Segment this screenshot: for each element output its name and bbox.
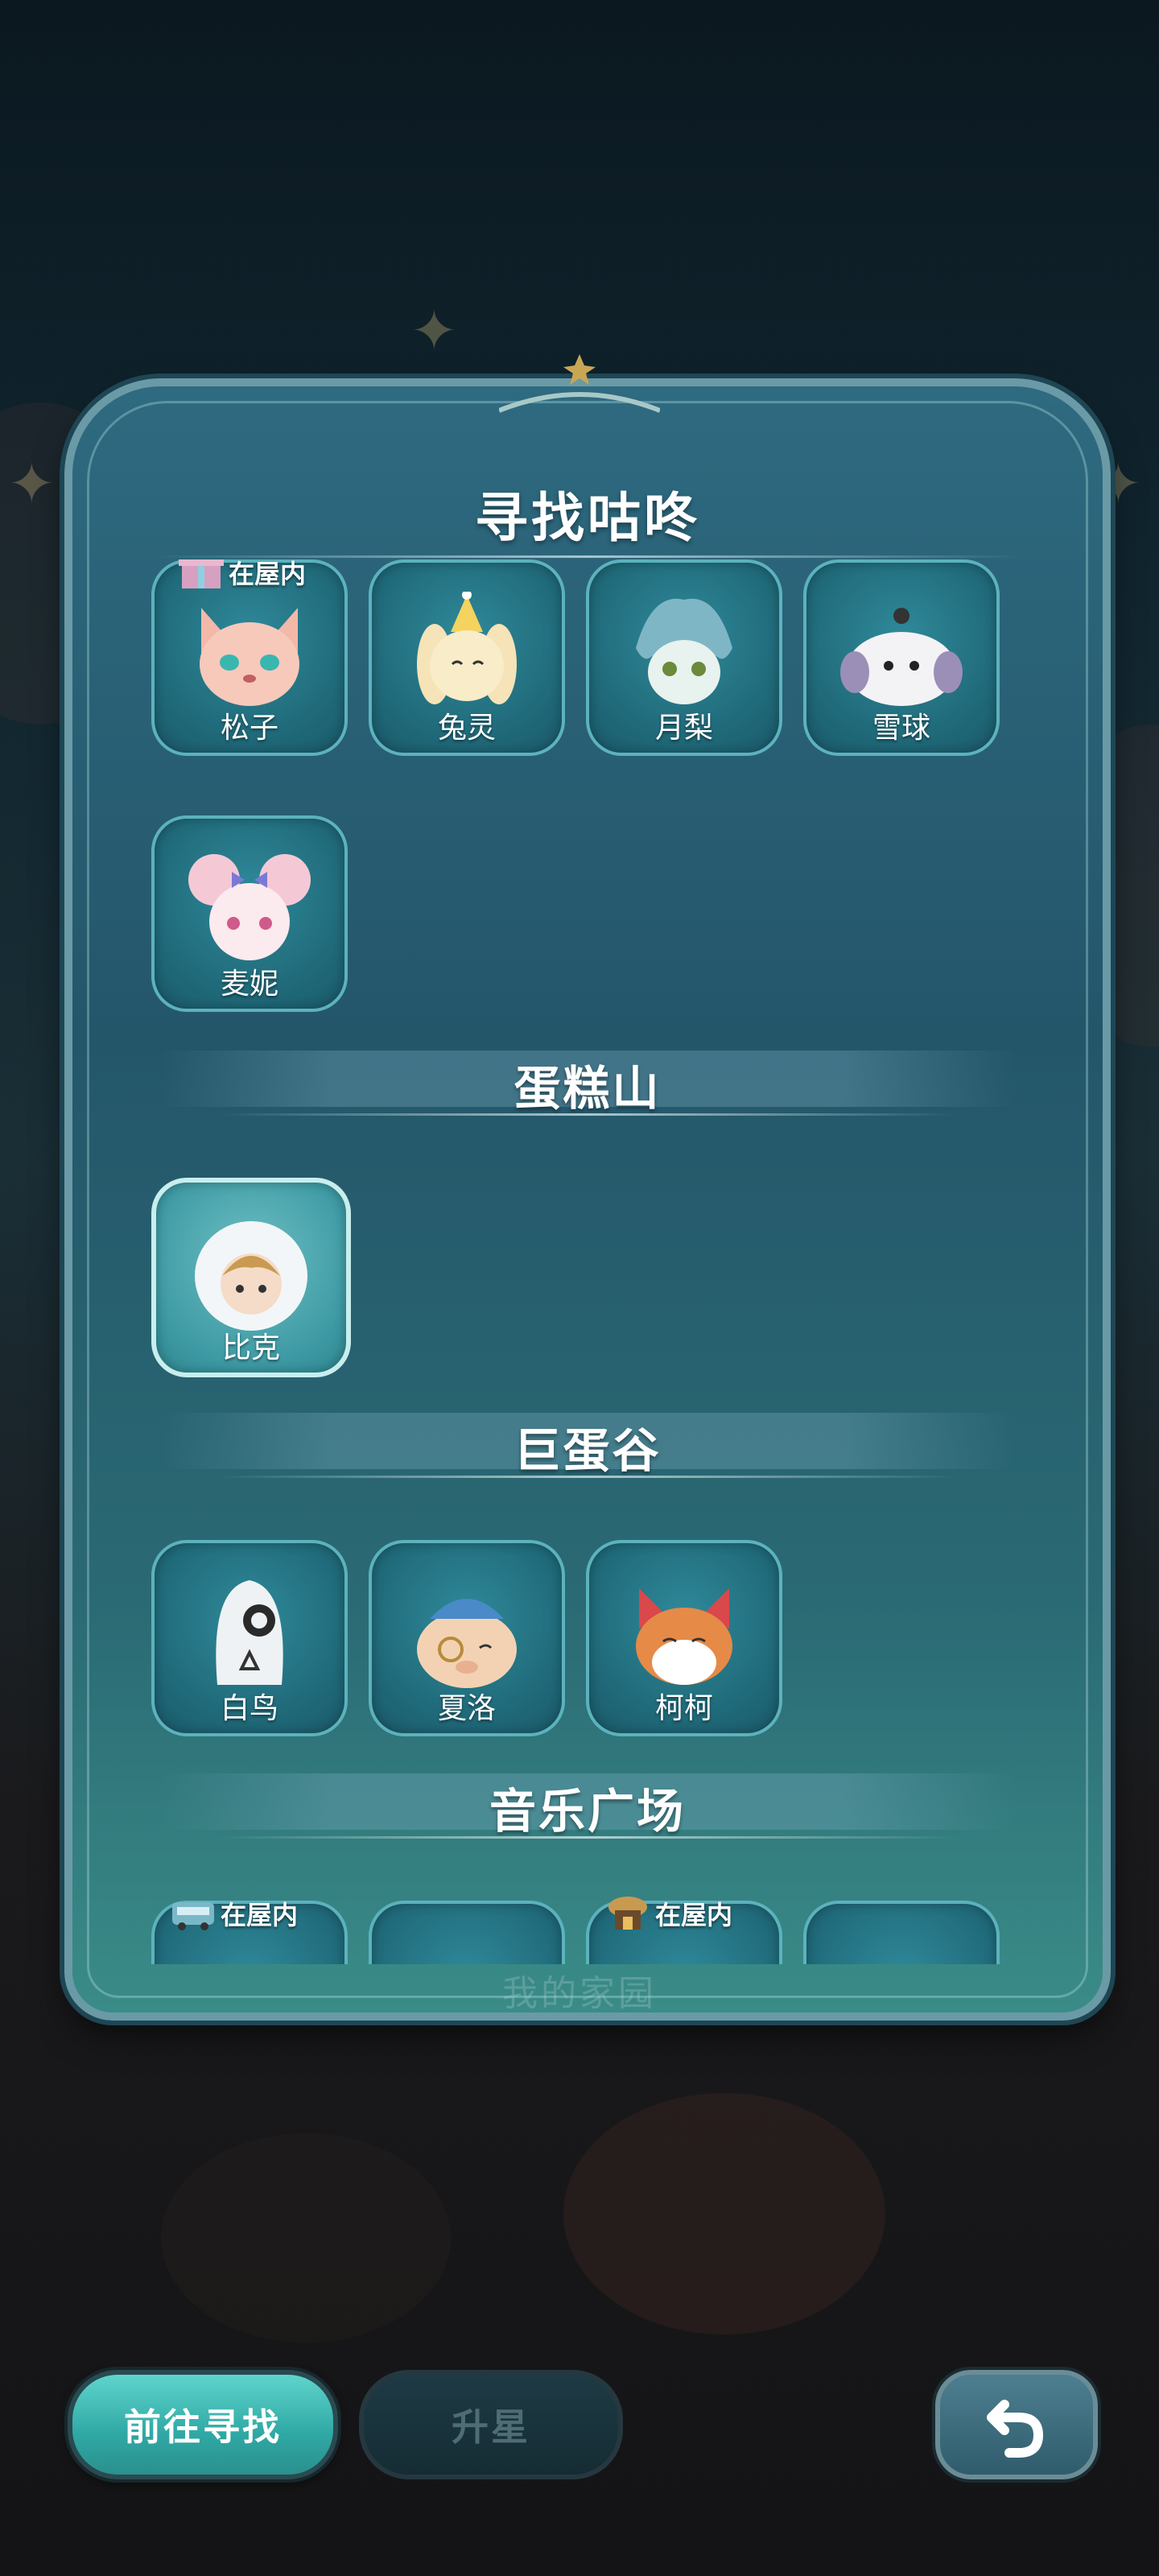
background-cloud — [563, 2093, 885, 2334]
section-divider — [217, 1836, 958, 1839]
character-card-songzi[interactable]: 在屋内 松子 — [151, 559, 348, 756]
character-card-partial[interactable]: 在屋内 — [151, 1900, 348, 1964]
star-up-button[interactable]: 升星 — [359, 2370, 623, 2479]
section-title: 音乐广场 — [489, 1784, 686, 1839]
background-home-label: 我的家园 — [502, 1973, 657, 2014]
panel-title: 寻找咕咚 — [475, 487, 700, 549]
title-divider — [153, 555, 1022, 558]
in-house-badge: 在屋内 — [179, 559, 307, 589]
corgi-face-icon — [636, 1588, 732, 1685]
background-cloud — [161, 2133, 451, 2343]
in-house-badge: 在屋内 — [171, 1897, 298, 1930]
in-house-label: 在屋内 — [655, 1900, 733, 1930]
character-list[interactable]: 在屋内 松子 兔灵 月梨 雪球 麦妮 蛋糕山 比克 巨蛋谷 白鸟 夏洛 柯柯 音… — [72, 559, 1103, 1964]
in-house-label: 在屋内 — [221, 1900, 299, 1930]
return-arrow-icon — [987, 2400, 1044, 2458]
ghost-face-icon — [636, 598, 732, 704]
character-card-partial[interactable] — [803, 1901, 1000, 1964]
fox-face-icon — [200, 608, 299, 706]
back-button[interactable] — [935, 2370, 1098, 2479]
character-card-partial[interactable]: 在屋内 — [586, 1897, 782, 1964]
bird-face-icon — [216, 1580, 283, 1685]
find-gudong-panel: 寻找咕咚 在屋内 松子 兔灵 月梨 雪球 麦妮 蛋糕山 比克 巨蛋谷 白鸟 夏洛… — [64, 378, 1111, 2021]
sparkle-icon: ✦ — [8, 451, 56, 517]
section-divider — [217, 1476, 958, 1478]
character-name: 兔灵 — [437, 712, 496, 745]
mushroom-house-icon — [608, 1897, 647, 1930]
pig-detective-face-icon — [417, 1599, 517, 1688]
character-name: 松子 — [220, 712, 278, 745]
section-title: 巨蛋谷 — [514, 1423, 662, 1478]
character-name: 雪球 — [872, 712, 930, 745]
go-find-button[interactable]: 前往寻找 — [68, 2370, 338, 2479]
character-card-keke[interactable]: 柯柯 — [586, 1540, 782, 1736]
character-name: 麦妮 — [220, 968, 278, 1001]
moon-crest-icon — [499, 354, 660, 413]
character-name: 比克 — [221, 1331, 280, 1364]
character-card-xueqiu[interactable]: 雪球 — [803, 559, 1000, 756]
in-house-label: 在屋内 — [229, 559, 307, 589]
character-card-xialuo[interactable]: 夏洛 — [369, 1540, 565, 1736]
character-card-maini[interactable]: 麦妮 — [151, 815, 348, 1012]
gift-box-icon — [179, 559, 224, 588]
sparkle-icon: ✦ — [410, 298, 458, 364]
mouse-face-icon — [188, 854, 311, 960]
in-house-badge: 在屋内 — [605, 1897, 732, 1930]
section-title: 蛋糕山 — [514, 1061, 662, 1116]
character-card-yueli[interactable]: 月梨 — [586, 559, 782, 756]
character-card-bainiao[interactable]: 白鸟 — [151, 1540, 348, 1736]
character-name: 白鸟 — [220, 1692, 278, 1725]
kid-face-icon — [195, 1221, 307, 1331]
bus-icon — [172, 1902, 214, 1930]
character-name: 夏洛 — [437, 1692, 496, 1725]
character-name: 柯柯 — [654, 1692, 713, 1725]
character-card-partial[interactable] — [369, 1901, 565, 1964]
character-name: 月梨 — [654, 712, 713, 745]
character-card-bike[interactable]: 比克 — [151, 1178, 351, 1377]
bunny-face-icon — [417, 592, 517, 704]
section-divider — [217, 1113, 958, 1116]
character-card-tuling[interactable]: 兔灵 — [369, 559, 565, 756]
puppy-face-icon — [840, 608, 963, 706]
